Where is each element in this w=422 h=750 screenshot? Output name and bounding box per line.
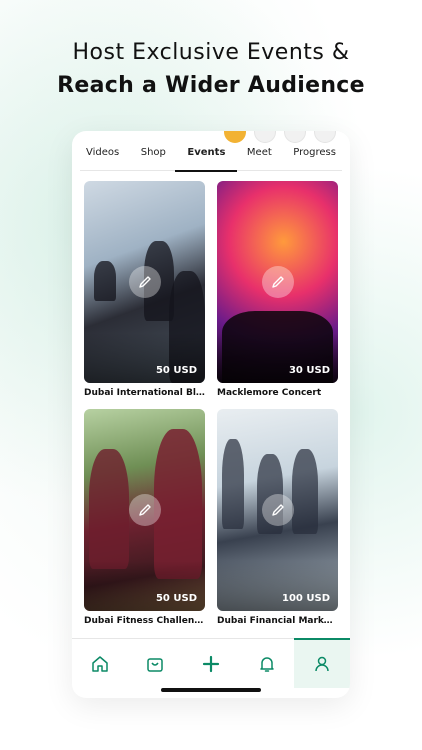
event-price: 50 USD [155,593,197,604]
user-icon [315,656,329,672]
event-image: 30 USD [217,181,338,383]
event-card[interactable]: 100 USD Dubai Financial Market (... [217,409,338,626]
bottom-nav [72,638,350,688]
tab-events[interactable]: Events [175,145,238,172]
home-icon [92,655,108,672]
event-price: 100 USD [282,593,330,604]
event-title: Dubai International Bloc... [84,388,205,398]
headline-line2: Reach a Wider Audience [57,73,365,98]
tab-bar: Videos Shop Events Meet Progress [80,145,342,172]
home-indicator [161,688,261,692]
event-card[interactable]: 30 USD Macklemore Concert [217,181,338,398]
edit-icon[interactable] [262,266,294,298]
headline-line1: Host Exclusive Events & [72,40,350,65]
event-price: 30 USD [288,365,330,376]
avatar[interactable] [224,131,246,143]
nav-home[interactable] [72,639,128,688]
tab-meet[interactable]: Meet [241,145,278,171]
edit-icon[interactable] [262,494,294,526]
nav-notifications[interactable] [239,639,295,688]
nav-profile[interactable] [294,638,350,688]
avatar[interactable] [254,131,276,143]
phone-screen: Videos Shop Events Meet Progress 50 USD … [72,131,350,698]
top-avatars [224,131,336,143]
tab-progress[interactable]: Progress [287,145,342,171]
avatar[interactable] [314,131,336,143]
edit-icon[interactable] [129,494,161,526]
event-price: 50 USD [155,365,197,376]
event-image: 50 USD [84,409,205,611]
avatar[interactable] [284,131,306,143]
nav-add[interactable] [183,639,239,688]
event-title: Dubai Fitness Challenge [84,616,205,626]
edit-icon[interactable] [129,266,161,298]
plus-icon [202,655,220,672]
tab-shop[interactable]: Shop [135,145,172,171]
event-title: Dubai Financial Market (... [217,616,338,626]
event-card[interactable]: 50 USD Dubai Fitness Challenge [84,409,205,626]
tab-videos[interactable]: Videos [80,145,125,171]
event-image: 50 USD [84,181,205,383]
event-card[interactable]: 50 USD Dubai International Bloc... [84,181,205,398]
bag-icon [147,657,164,672]
bell-icon [259,656,274,672]
event-image: 100 USD [217,409,338,611]
event-title: Macklemore Concert [217,388,322,398]
nav-shop[interactable] [128,639,184,688]
